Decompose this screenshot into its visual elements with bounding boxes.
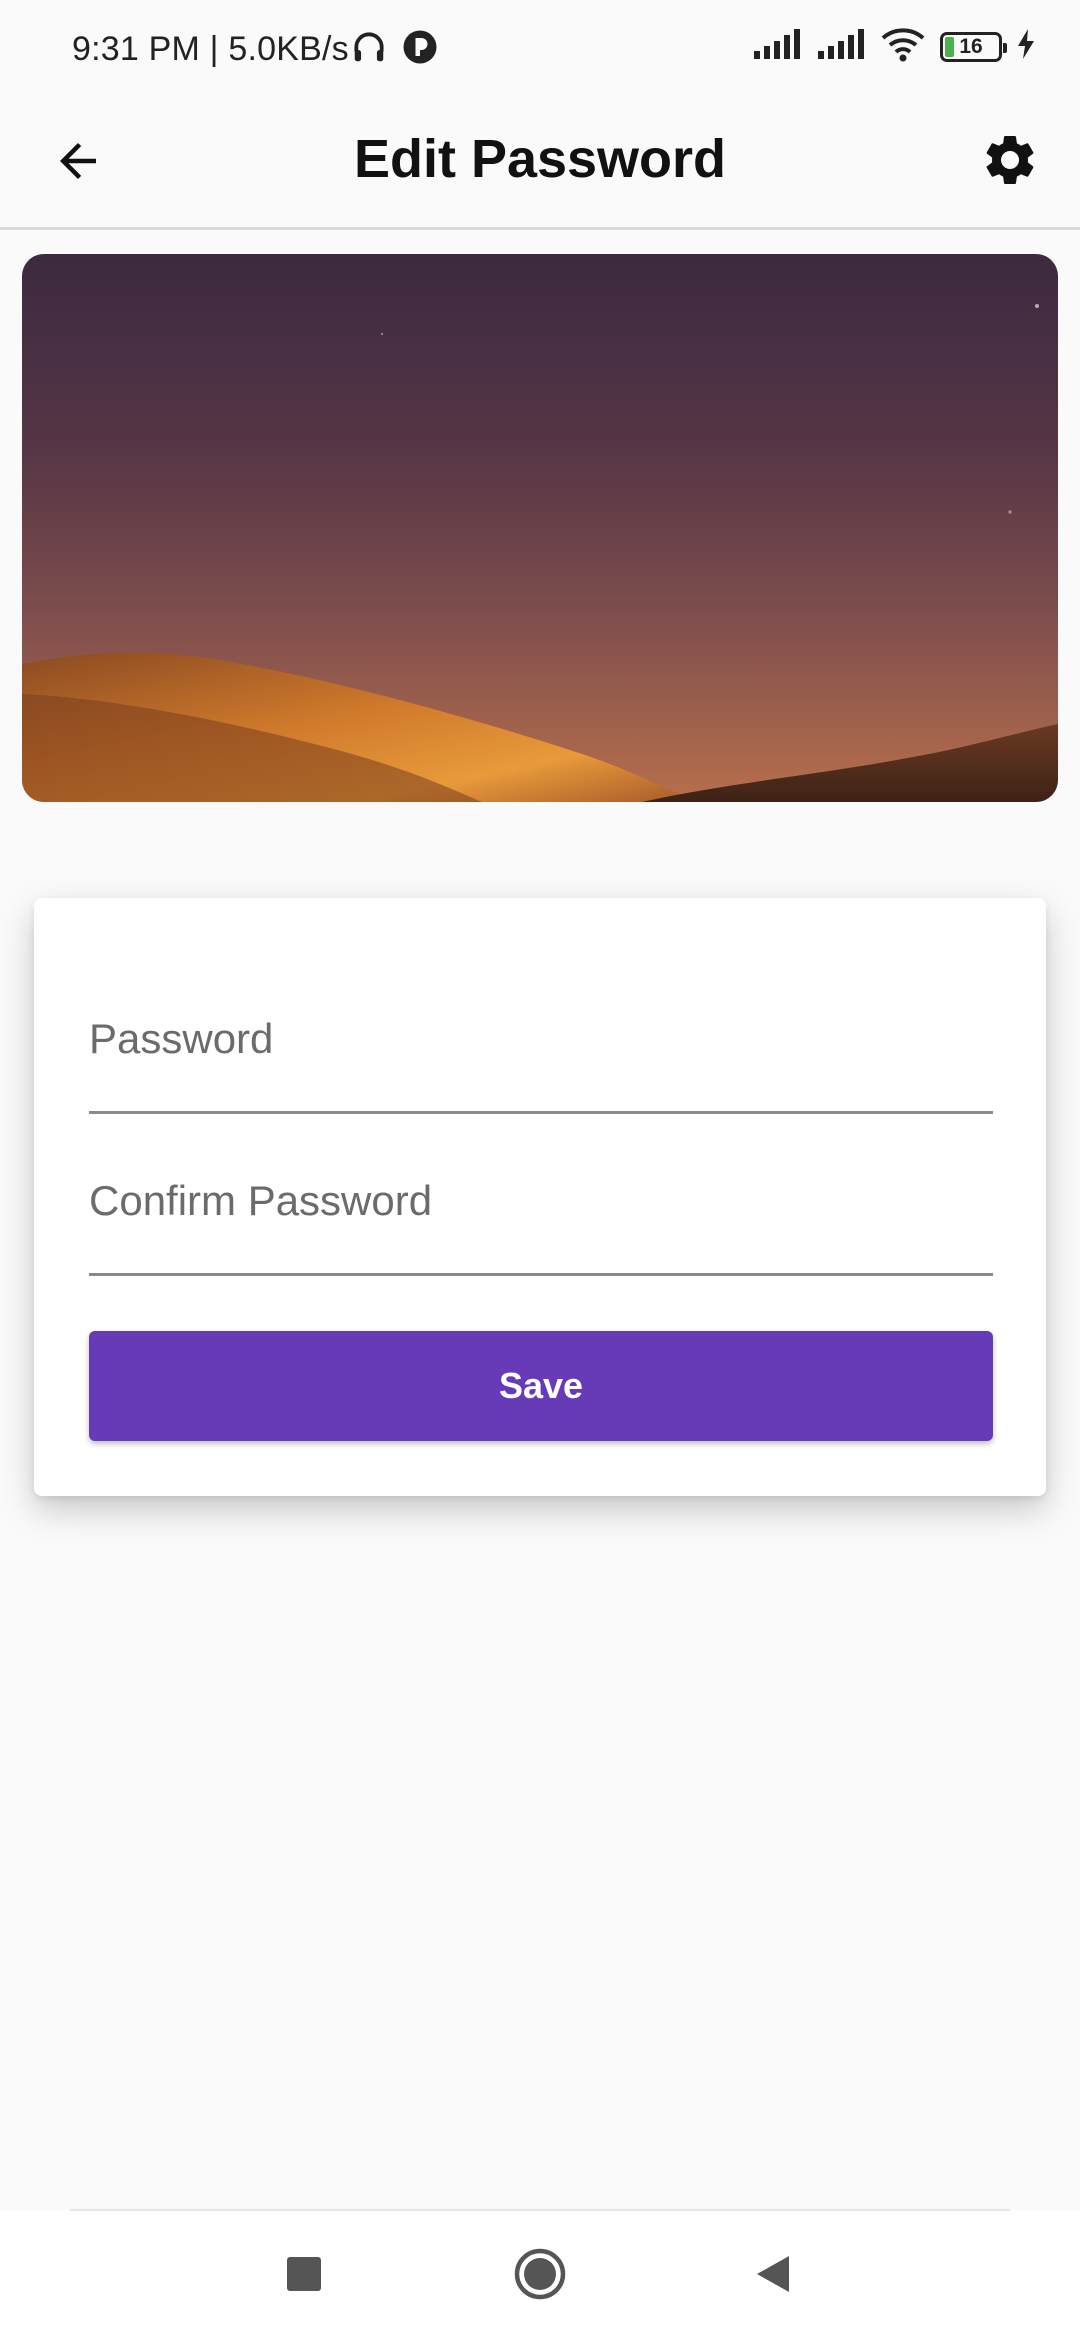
confirm-password-input[interactable]: [89, 1177, 993, 1225]
recents-button[interactable]: [269, 2241, 339, 2311]
wifi-icon: [880, 26, 926, 67]
save-button[interactable]: Save: [89, 1331, 993, 1441]
password-field: [89, 898, 993, 1114]
password-form-card: Save: [34, 898, 1046, 1496]
recents-square-icon: [286, 2256, 322, 2297]
home-button[interactable]: [505, 2241, 575, 2311]
confirm-password-field: [89, 1114, 993, 1276]
status-system-icons: 16: [752, 26, 1036, 67]
battery-fill: [945, 36, 954, 57]
battery-icon: 16: [940, 31, 1007, 62]
headphones-icon: [350, 28, 388, 71]
signal-icon: [816, 29, 866, 64]
system-navigation-bar: [0, 2211, 1080, 2340]
charging-icon: [1016, 29, 1036, 64]
page-title: Edit Password: [353, 129, 727, 189]
gear-icon: [980, 130, 1040, 195]
status-bar: 9:31 PM | 5.0KB/s 16: [0, 0, 1080, 100]
header-image: [22, 254, 1058, 802]
battery-level: 16: [959, 34, 983, 58]
password-input[interactable]: [89, 1015, 993, 1063]
app-notification-icon: [402, 29, 438, 70]
status-time: 9:31 PM | 5.0KB/s: [72, 30, 349, 68]
nav-back-button[interactable]: [738, 2241, 808, 2311]
signal-icon: [752, 29, 802, 64]
status-notification-icons: [350, 28, 438, 71]
app-bar: Edit Password: [0, 100, 1080, 230]
home-circle-icon: [513, 2247, 567, 2306]
back-triangle-icon: [754, 2254, 792, 2299]
settings-button[interactable]: [970, 122, 1050, 202]
